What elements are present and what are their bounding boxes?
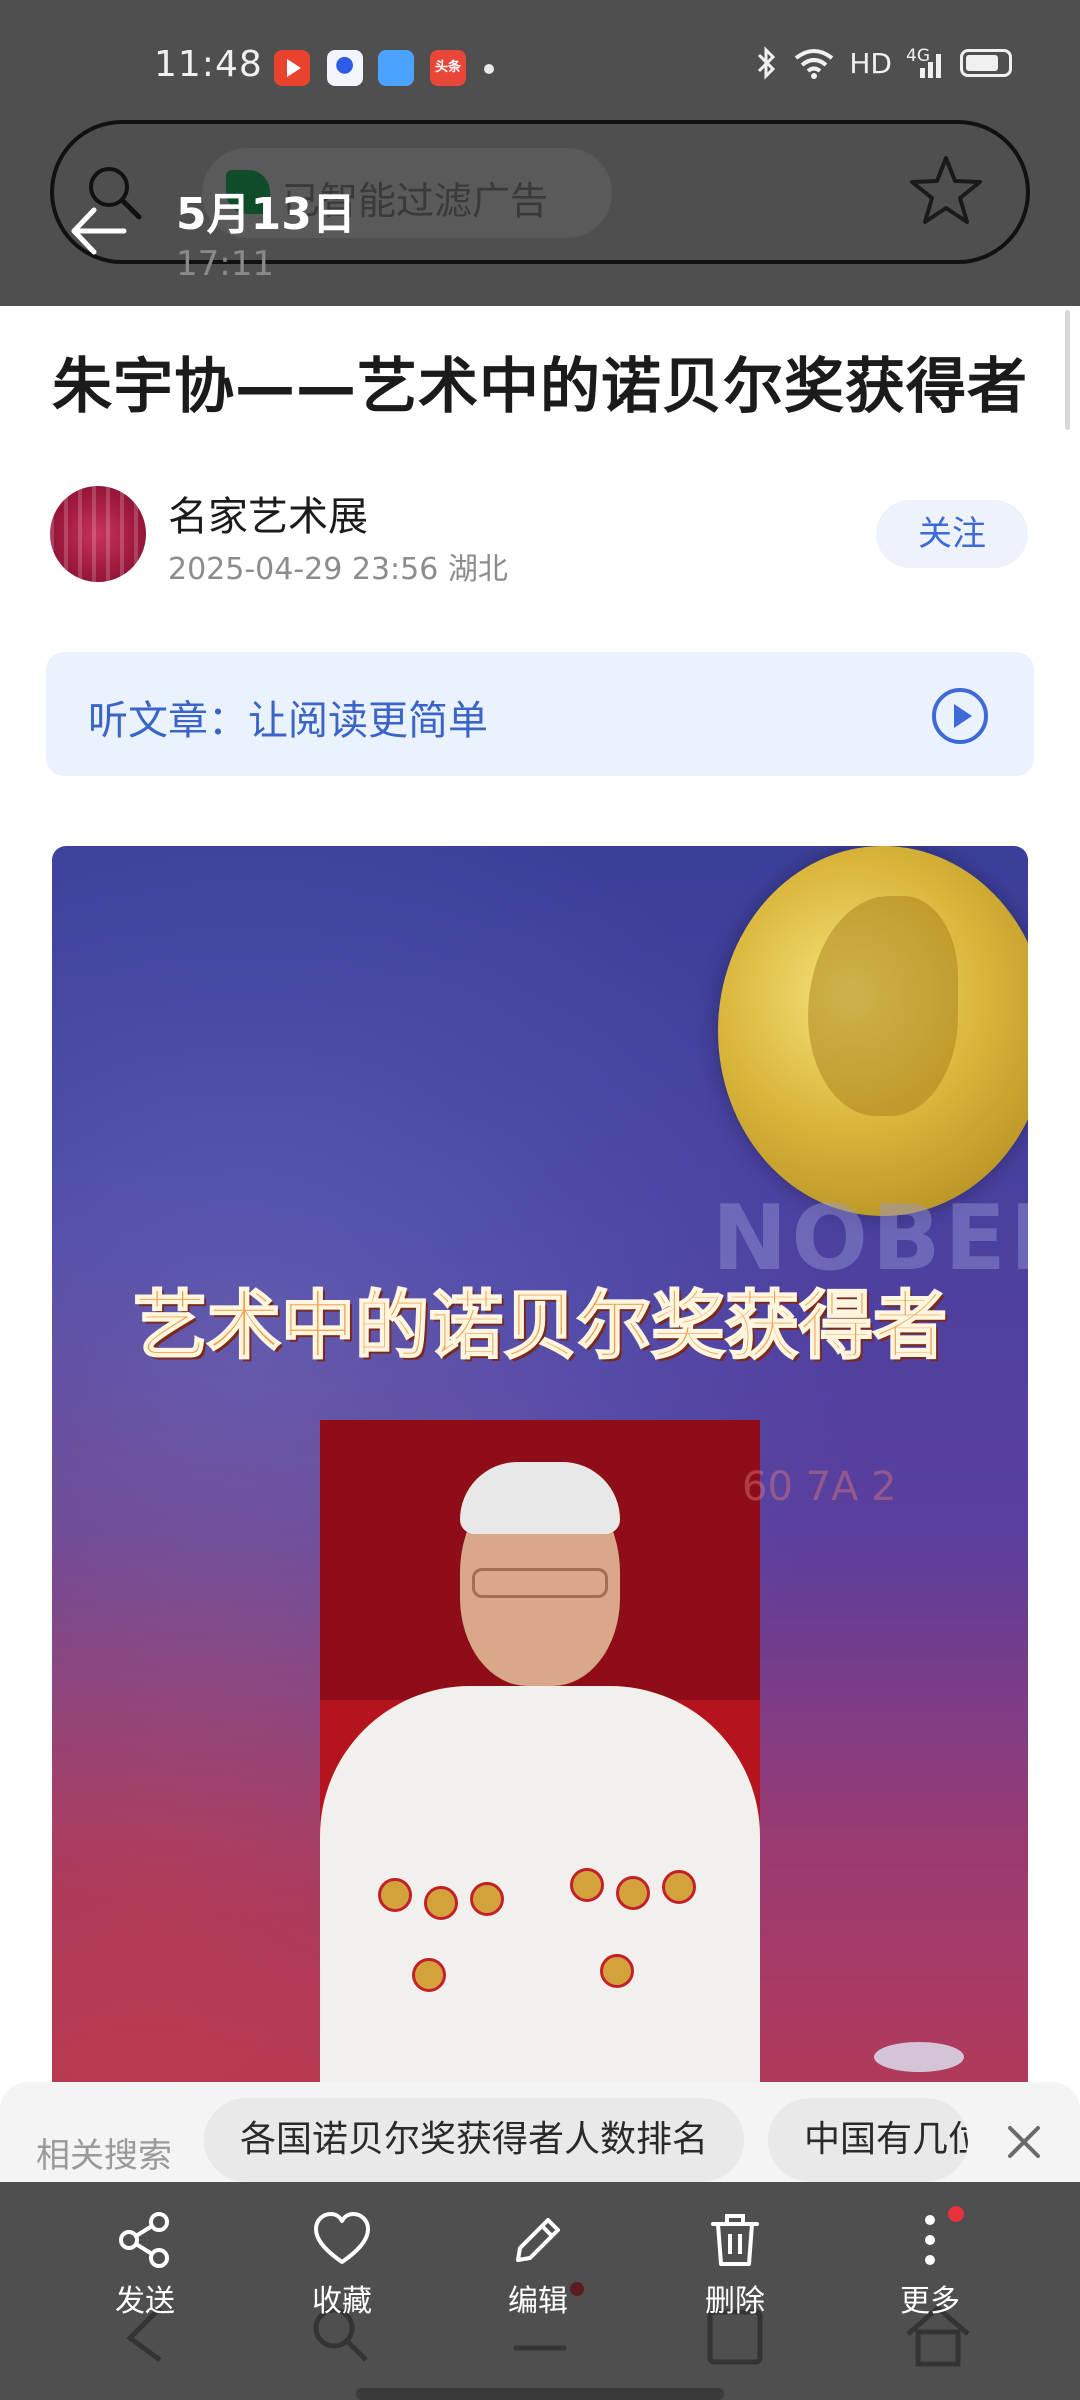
follow-button[interactable]: 关注	[876, 500, 1028, 568]
wifi-icon	[795, 49, 834, 79]
home-indicator[interactable]	[356, 2388, 724, 2400]
star-icon[interactable]	[908, 152, 984, 228]
play-icon[interactable]	[930, 686, 990, 746]
badge-medal	[378, 1878, 412, 1912]
listen-article-bar[interactable]: 听文章：让阅读更简单	[46, 652, 1034, 776]
favorite-label: 收藏	[312, 2284, 372, 2319]
badge-medal	[662, 1870, 696, 1904]
person-hair	[460, 1462, 620, 1534]
badge-medal	[424, 1886, 458, 1920]
signal-icon: 4G	[906, 46, 946, 80]
feather-app-icon	[378, 50, 414, 86]
top-overlay: 11:48 头条 HD 4G	[0, 0, 1080, 306]
decorative-shape	[874, 2042, 964, 2072]
bluetooth-icon	[758, 46, 776, 80]
nobel-medal	[718, 846, 1028, 1216]
listen-article-label: 听文章：让阅读更简单	[88, 698, 488, 744]
baidu-app-icon	[327, 50, 363, 86]
scrollbar[interactable]	[1065, 310, 1070, 430]
related-search-label: 相关搜索	[36, 2136, 172, 2176]
publish-meta: 2025-04-29 23:56 湖北	[168, 552, 508, 587]
article-title: 朱宇协——艺术中的诺贝尔奖获得者	[52, 352, 1028, 422]
image-caption: 艺术中的诺贝尔奖获得者	[132, 1282, 948, 1370]
toutiao-app-icon: 头条	[430, 50, 466, 86]
related-search-chip[interactable]: 中国有几位	[768, 2098, 968, 2182]
status-bar: 11:48 头条 HD 4G	[0, 40, 1080, 96]
trash-icon	[711, 2214, 759, 2266]
backdrop-text: 60 7A 2	[742, 1464, 897, 1510]
badge-medal	[570, 1868, 604, 1902]
back-arrow-icon[interactable]	[68, 200, 130, 262]
delete-label: 删除	[705, 2284, 765, 2319]
person-glasses	[472, 1568, 608, 1598]
more-badge-dot	[948, 2206, 964, 2222]
badge-medal	[470, 1882, 504, 1916]
battery-icon	[960, 49, 1012, 77]
edit-badge-dot	[570, 2282, 584, 2296]
author-name[interactable]: 名家艺术展	[168, 484, 368, 542]
medal-portrait	[808, 896, 958, 1116]
close-icon[interactable]	[1006, 2124, 1042, 2160]
badge-medal	[616, 1876, 650, 1910]
more-label: 更多	[900, 2284, 960, 2319]
share-label: 发送	[115, 2284, 175, 2319]
more-button[interactable]: 更多	[860, 2210, 1000, 2340]
video-app-icon	[274, 50, 310, 86]
bottom-action-bar: 发送 收藏 编辑 删除 更多	[0, 2182, 1080, 2400]
share-button[interactable]: 发送	[75, 2210, 215, 2340]
heart-icon	[314, 2212, 370, 2264]
favorite-button[interactable]: 收藏	[272, 2210, 412, 2340]
header-time: 17:11	[176, 244, 274, 284]
delete-button[interactable]: 删除	[665, 2210, 805, 2340]
badge-medal	[600, 1954, 634, 1988]
pencil-icon	[516, 2218, 560, 2262]
notification-dot	[484, 64, 494, 74]
header-date: 5月13日	[176, 189, 356, 240]
share-icon	[119, 2212, 169, 2268]
article-image[interactable]: NOBEL 艺术中的诺贝尔奖获得者 60 7A 2	[52, 846, 1028, 2090]
badge-medal	[412, 1958, 446, 1992]
author-avatar[interactable]	[50, 486, 146, 582]
edit-label: 编辑	[508, 2284, 568, 2319]
edit-button[interactable]: 编辑	[468, 2210, 608, 2340]
network-type: HD	[849, 46, 892, 80]
status-time: 11:48	[154, 44, 263, 85]
status-indicators: HD 4G	[755, 46, 1012, 80]
related-search-chip[interactable]: 各国诺贝尔奖获得者人数排名	[204, 2098, 744, 2182]
